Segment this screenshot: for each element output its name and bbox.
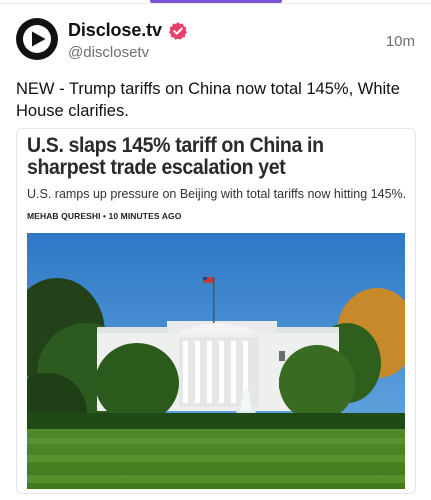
article-headline: U.S. slaps 145% tariff on China in sharp… (27, 134, 324, 179)
verified-badge-icon (168, 21, 187, 40)
play-logo-icon[interactable] (16, 18, 58, 60)
post-text: NEW - Trump tariffs on China now total 1… (16, 80, 400, 120)
link-preview-card[interactable]: U.S. slaps 145% tariff on China in sharp… (16, 128, 416, 494)
author-row: Disclose.tv (68, 20, 188, 41)
white-house-photo (27, 233, 405, 489)
post-timestamp: 10m (385, 33, 415, 50)
author-name[interactable]: Disclose.tv (68, 20, 162, 41)
article-subheadline: U.S. ramps up pressure on Beijing with t… (27, 187, 407, 201)
top-bar (0, 0, 431, 4)
article-byline: MEHAB QURESHI • 10 MINUTES AGO (27, 211, 182, 221)
divider (0, 3, 431, 4)
author-handle[interactable]: @disclosetv (68, 44, 149, 61)
